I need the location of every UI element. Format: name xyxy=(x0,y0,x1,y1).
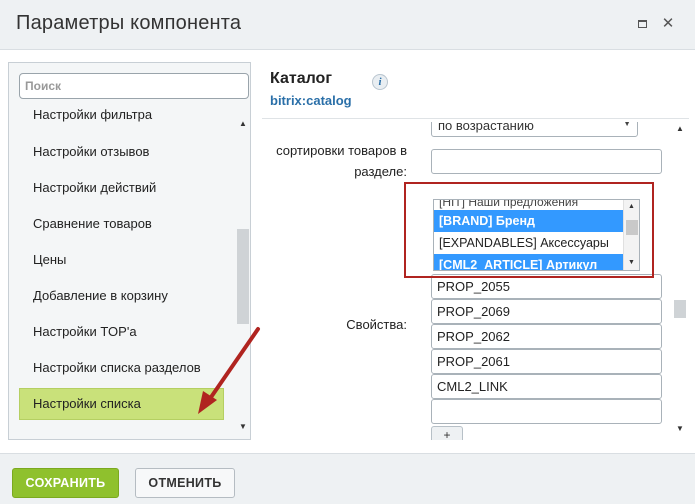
info-icon[interactable]: i xyxy=(372,74,388,90)
sidebar-item-active[interactable]: Настройки списка xyxy=(19,388,224,420)
property-input[interactable]: PROP_2062 xyxy=(431,324,662,349)
sidebar-item[interactable]: Настройки отзывов xyxy=(9,134,234,170)
highlight-box xyxy=(404,182,654,278)
scroll-thumb[interactable] xyxy=(674,300,686,318)
sidebar-item[interactable]: Сравнение товаров xyxy=(9,206,234,242)
component-code: bitrix:catalog xyxy=(270,93,352,108)
property-input[interactable]: CML2_LINK xyxy=(431,374,662,399)
component-title: Каталог xyxy=(270,70,332,87)
scroll-thumb[interactable] xyxy=(237,229,249,324)
sort-order-value: по возрастанию xyxy=(438,122,534,133)
property-input[interactable]: PROP_2069 xyxy=(431,299,662,324)
property-input[interactable] xyxy=(431,399,662,424)
sort-label: сортировки товаров в разделе: xyxy=(276,143,407,179)
header-divider xyxy=(262,118,689,119)
sort-order-select[interactable]: по возрастанию ▼ xyxy=(431,122,638,137)
dialog-footer: СОХРАНИТЬ ОТМЕНИТЬ xyxy=(0,453,695,504)
sidebar-item[interactable]: Цены xyxy=(9,242,234,278)
scroll-down-icon[interactable]: ▼ xyxy=(676,424,684,433)
panel-scrollbar[interactable]: ▲ ▼ xyxy=(673,122,687,438)
close-icon[interactable]: ✕ xyxy=(661,16,675,31)
search-input[interactable] xyxy=(19,73,249,99)
sidebar: Настройки фильтра Настройки отзывов Наст… xyxy=(8,62,251,440)
property-input[interactable]: PROP_2061 xyxy=(431,349,662,374)
scroll-up-icon[interactable]: ▲ xyxy=(676,124,684,133)
sidebar-item[interactable]: Настройки фильтра xyxy=(9,104,234,134)
sidebar-item[interactable]: Настройки детального просмотра xyxy=(9,422,234,434)
sidebar-item[interactable]: Настройки действий xyxy=(9,170,234,206)
save-button[interactable]: СОХРАНИТЬ xyxy=(12,468,119,498)
maximize-icon[interactable] xyxy=(635,17,649,31)
chevron-down-icon: ▼ xyxy=(623,122,631,128)
sidebar-scrollbar[interactable]: ▲ ▼ xyxy=(236,113,250,435)
dialog-title: Параметры компонента xyxy=(16,12,242,34)
settings-panel: по возрастанию ▼ сортировки товаров в ра… xyxy=(262,122,689,440)
add-property-button[interactable]: + xyxy=(431,426,463,440)
sort-field-input[interactable] xyxy=(431,149,662,174)
sidebar-list: Настройки фильтра Настройки отзывов Наст… xyxy=(9,104,234,434)
dialog-titlebar: Параметры компонента ✕ xyxy=(0,0,695,50)
sidebar-item[interactable]: Настройки TOP'а xyxy=(9,314,234,350)
scroll-down-icon[interactable]: ▼ xyxy=(239,422,247,431)
properties-label: Свойства: xyxy=(346,317,407,332)
sidebar-item[interactable]: Настройки списка разделов xyxy=(9,350,234,386)
cancel-button[interactable]: ОТМЕНИТЬ xyxy=(135,468,235,498)
sidebar-item[interactable]: Добавление в корзину xyxy=(9,278,234,314)
scroll-up-icon[interactable]: ▲ xyxy=(239,119,247,128)
